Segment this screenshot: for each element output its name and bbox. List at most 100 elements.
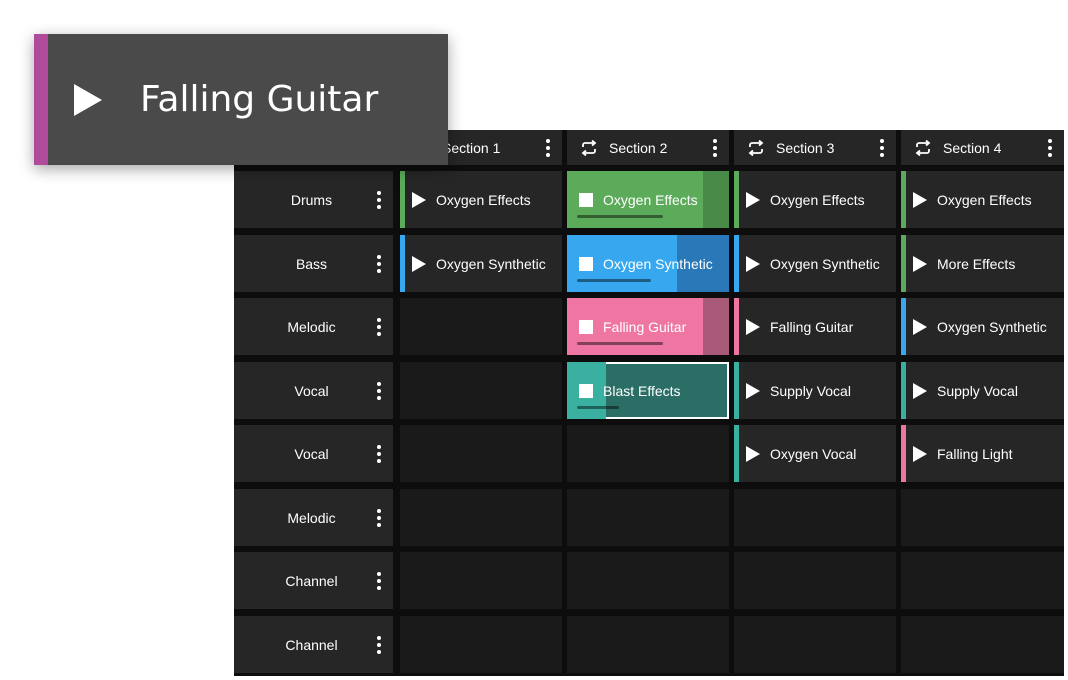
track-header[interactable]: Vocal	[234, 425, 393, 482]
clip[interactable]: Blast Effects	[567, 362, 729, 419]
clip-label: Oxygen Effects	[436, 191, 531, 208]
clip[interactable]: Oxygen Effects	[567, 171, 729, 228]
empty-clip-slot[interactable]	[901, 616, 1064, 673]
section-label: Section 1	[442, 139, 501, 156]
empty-clip-slot[interactable]	[567, 552, 729, 609]
empty-clip-slot[interactable]	[400, 362, 562, 419]
track-name: Vocal	[294, 382, 329, 399]
play-icon[interactable]	[913, 255, 927, 272]
clip[interactable]: Falling Light	[901, 425, 1064, 482]
more-options-icon[interactable]	[371, 635, 387, 654]
clip-color-bar	[901, 298, 906, 355]
loop-icon[interactable]	[913, 139, 933, 156]
clip[interactable]: More Effects	[901, 235, 1064, 292]
track-header[interactable]: Channel	[234, 552, 393, 609]
clip[interactable]: Oxygen Synthetic	[901, 298, 1064, 355]
track-header[interactable]: Melodic	[234, 298, 393, 355]
empty-clip-slot[interactable]	[901, 489, 1064, 546]
more-options-icon[interactable]	[371, 444, 387, 463]
empty-clip-slot[interactable]	[400, 489, 562, 546]
track-name: Melodic	[287, 318, 336, 335]
play-icon[interactable]	[913, 445, 927, 462]
play-icon[interactable]	[913, 191, 927, 208]
more-options-icon[interactable]	[707, 138, 723, 157]
more-options-icon[interactable]	[540, 138, 556, 157]
empty-clip-slot[interactable]	[901, 552, 1064, 609]
popup-color-bar	[34, 34, 48, 165]
more-options-icon[interactable]	[371, 254, 387, 273]
stop-icon[interactable]	[579, 383, 593, 398]
play-icon[interactable]	[74, 83, 102, 116]
now-playing-popup[interactable]: Falling Guitar	[34, 34, 448, 165]
play-icon[interactable]	[746, 445, 760, 462]
more-options-icon[interactable]	[371, 190, 387, 209]
clip-grid: Section 1 Section 2 Section 3 Section 4 Drum…	[234, 130, 1064, 676]
clip[interactable]: Oxygen Effects	[734, 171, 896, 228]
section-label: Section 3	[776, 139, 835, 156]
clip-label: Falling Guitar	[770, 318, 854, 335]
track-header[interactable]: Channel	[234, 616, 393, 673]
track-header[interactable]: Bass	[234, 235, 393, 292]
clip-label: Oxygen Synthetic	[937, 318, 1047, 335]
empty-clip-slot[interactable]	[400, 552, 562, 609]
more-options-icon[interactable]	[371, 381, 387, 400]
section-header-3[interactable]: Section 3	[734, 130, 896, 165]
play-icon[interactable]	[412, 255, 426, 272]
loop-icon[interactable]	[746, 139, 766, 156]
clip[interactable]: Oxygen Synthetic	[400, 235, 562, 292]
track-header[interactable]: Drums	[234, 171, 393, 228]
clip-label: Falling Light	[937, 445, 1013, 462]
clip[interactable]: Oxygen Synthetic	[567, 235, 729, 292]
empty-clip-slot[interactable]	[734, 489, 896, 546]
section-header-4[interactable]: Section 4	[901, 130, 1064, 165]
empty-clip-slot[interactable]	[400, 298, 562, 355]
clip-label: Oxygen Effects	[937, 191, 1032, 208]
clip[interactable]: Falling Guitar	[567, 298, 729, 355]
more-options-icon[interactable]	[371, 317, 387, 336]
empty-clip-slot[interactable]	[567, 616, 729, 673]
play-icon[interactable]	[412, 191, 426, 208]
clip-position-line	[577, 406, 619, 409]
clip[interactable]: Oxygen Effects	[400, 171, 562, 228]
clip-color-bar	[734, 362, 739, 419]
clip[interactable]: Falling Guitar	[734, 298, 896, 355]
clip-position-line	[577, 279, 651, 282]
stop-icon[interactable]	[579, 192, 593, 207]
more-options-icon[interactable]	[1042, 138, 1058, 157]
clip[interactable]: Oxygen Synthetic	[734, 235, 896, 292]
empty-clip-slot[interactable]	[734, 616, 896, 673]
empty-clip-slot[interactable]	[400, 616, 562, 673]
more-options-icon[interactable]	[371, 508, 387, 527]
empty-clip-slot[interactable]	[567, 489, 729, 546]
play-icon[interactable]	[746, 255, 760, 272]
clip-color-bar	[734, 298, 739, 355]
track-header[interactable]: Vocal	[234, 362, 393, 419]
more-options-icon[interactable]	[371, 571, 387, 590]
stop-icon[interactable]	[579, 256, 593, 271]
clip[interactable]: Supply Vocal	[734, 362, 896, 419]
play-icon[interactable]	[746, 318, 760, 335]
track-name: Channel	[285, 572, 338, 589]
track-header[interactable]: Melodic	[234, 489, 393, 546]
clip[interactable]: Supply Vocal	[901, 362, 1064, 419]
clip[interactable]: Oxygen Effects	[901, 171, 1064, 228]
play-icon[interactable]	[746, 382, 760, 399]
track-name: Vocal	[294, 445, 329, 462]
loop-icon[interactable]	[579, 139, 599, 156]
clip-color-bar	[734, 425, 739, 482]
section-header-2[interactable]: Section 2	[567, 130, 729, 165]
clip-label: Falling Guitar	[603, 318, 687, 335]
popup-title: Falling Guitar	[140, 79, 379, 120]
play-icon[interactable]	[913, 318, 927, 335]
play-icon[interactable]	[913, 382, 927, 399]
track-name: Melodic	[287, 509, 336, 526]
play-icon[interactable]	[746, 191, 760, 208]
clip-label: Oxygen Synthetic	[603, 255, 713, 272]
clip-color-bar	[901, 171, 906, 228]
stop-icon[interactable]	[579, 319, 593, 334]
empty-clip-slot[interactable]	[734, 552, 896, 609]
clip[interactable]: Oxygen Vocal	[734, 425, 896, 482]
more-options-icon[interactable]	[874, 138, 890, 157]
empty-clip-slot[interactable]	[567, 425, 729, 482]
empty-clip-slot[interactable]	[400, 425, 562, 482]
